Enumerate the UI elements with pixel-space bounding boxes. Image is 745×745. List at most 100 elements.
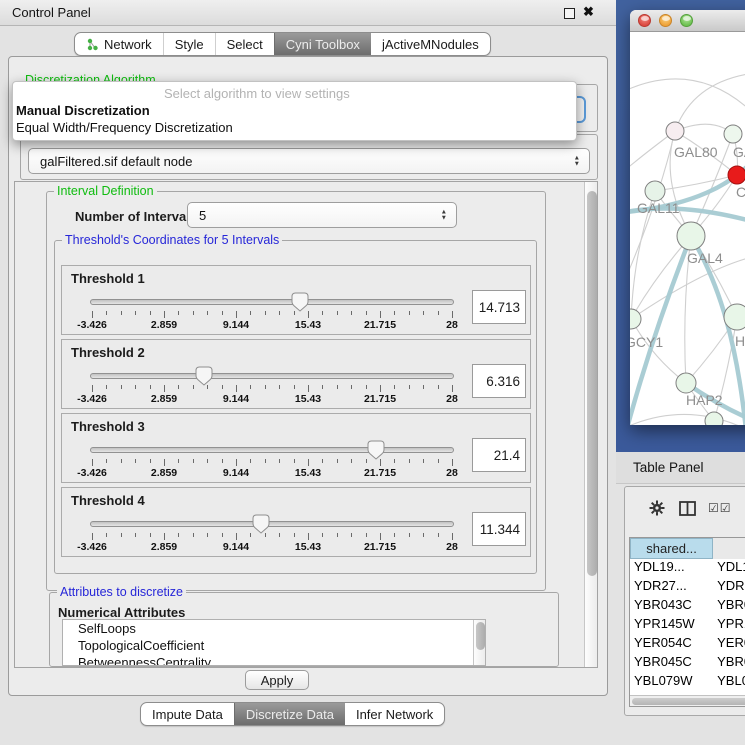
network-node[interactable] (677, 222, 705, 250)
tick-label: 9.144 (206, 393, 266, 405)
column-header-shared-[interactable]: shared... (630, 538, 713, 559)
slider-tick (438, 311, 439, 315)
popup-option-equal-width-frequency-discretization[interactable]: Equal Width/Frequency Discretization (13, 119, 576, 136)
threshold-value-field[interactable]: 11.344 (472, 512, 526, 546)
tick-label: 2.859 (134, 319, 194, 331)
table-row[interactable]: YBR043CYBR04 (630, 597, 745, 616)
list-item[interactable]: TopologicalCoefficient (63, 637, 485, 654)
slider-tick (452, 533, 453, 540)
network-node[interactable] (705, 412, 723, 425)
tab-select[interactable]: Select (215, 33, 274, 55)
table-row[interactable]: YBL079WYBL07 (630, 673, 745, 692)
network-node[interactable] (728, 166, 745, 184)
table-row[interactable]: YDL19...YDL19 (630, 559, 745, 578)
network-window-titlebar[interactable] (630, 10, 745, 32)
slider-tick (164, 311, 165, 318)
slider-tick (135, 385, 136, 389)
slider-tick (308, 311, 309, 318)
interval-definition-group: Interval Definition Number of Intervals … (46, 191, 546, 591)
tab-cyni-toolbox[interactable]: Cyni Toolbox (274, 33, 371, 55)
slider-track[interactable] (90, 521, 454, 527)
table-row[interactable]: YPR145WYPR14 (630, 616, 745, 635)
threshold-panel: Threshold 4-3.4262.8599.14415.4321.71528… (61, 487, 531, 557)
network-node[interactable] (666, 122, 684, 140)
checkbox-icons[interactable]: ☑☑ (708, 501, 732, 515)
slider-tick (193, 311, 194, 315)
network-edge-highlighted (630, 236, 691, 425)
threshold-value-field[interactable]: 6.316 (472, 364, 526, 398)
tick-label: 21.715 (350, 467, 410, 479)
tab-infer-network[interactable]: Infer Network (345, 703, 444, 725)
gear-icon[interactable] (649, 500, 665, 516)
threshold-panel: Threshold 1-3.4262.8599.14415.4321.71528… (61, 265, 531, 335)
slider-thumb[interactable] (367, 440, 385, 460)
close-icon[interactable]: ✖ (583, 4, 594, 20)
network-node[interactable] (724, 125, 742, 143)
table-row[interactable]: YBR045CYBR04 (630, 654, 745, 673)
threshold-value-field[interactable]: 21.4 (472, 438, 526, 472)
tab-impute-data[interactable]: Impute Data (141, 703, 234, 725)
table-data-combobox-value: galFiltered.sif default node (40, 154, 192, 169)
traffic-light-close-icon[interactable] (638, 14, 651, 27)
slider-track[interactable] (90, 299, 454, 305)
list-item[interactable]: BetweennessCentrality (63, 654, 485, 666)
slider-tick (178, 311, 179, 315)
slider-tick (351, 311, 352, 315)
slider-tick (92, 311, 93, 318)
slider-tick (92, 385, 93, 392)
slider-tick (164, 385, 165, 392)
popup-option-manual-discretization[interactable]: Manual Discretization (13, 102, 576, 119)
network-node[interactable] (724, 304, 745, 330)
node-label: HAP2 (686, 392, 723, 408)
slider-tick (135, 533, 136, 537)
h-scrollbar-thumb[interactable] (632, 698, 745, 705)
tab-style[interactable]: Style (163, 33, 215, 55)
table-row[interactable]: YDR27...YDR27 (630, 578, 745, 597)
list-scrollbar-thumb[interactable] (476, 622, 485, 650)
tab-label: Impute Data (152, 707, 223, 722)
slider-thumb[interactable] (252, 514, 270, 534)
list-scrollbar[interactable] (473, 620, 485, 665)
slider-thumb[interactable] (195, 366, 213, 386)
slider-tick (164, 459, 165, 466)
threshold-label: Threshold 4 (71, 493, 145, 508)
columns-icon[interactable] (679, 501, 696, 516)
pane-scrollbar-thumb[interactable] (587, 191, 597, 576)
tab-jactivemnodules[interactable]: jActiveMNodules (371, 33, 490, 55)
traffic-light-minimize-icon[interactable] (659, 14, 672, 27)
tab-discretize-data[interactable]: Discretize Data (234, 703, 345, 725)
threshold-value-field[interactable]: 14.713 (472, 290, 526, 324)
network-node[interactable] (676, 373, 696, 393)
tick-label: 15.43 (278, 393, 338, 405)
slider-tick (308, 459, 309, 466)
slider-tick (178, 459, 179, 463)
table-data-combobox[interactable]: galFiltered.sif default node ▲▼ (28, 148, 590, 174)
slider-tick (351, 459, 352, 463)
slider-tick (438, 459, 439, 463)
slider-track[interactable] (90, 447, 454, 453)
table-cell: YBL079W (630, 673, 713, 692)
table-horizontal-scrollbar[interactable] (630, 695, 745, 706)
slider-tick (452, 385, 453, 392)
number-of-intervals-combobox[interactable]: 5 ▲▼ (187, 202, 457, 228)
network-node[interactable] (645, 181, 665, 201)
popup-placeholder: Select algorithm to view settings (13, 85, 576, 102)
column-header-name[interactable]: name (713, 538, 745, 559)
tick-label: -3.426 (62, 393, 122, 405)
apply-button[interactable]: Apply (245, 670, 309, 690)
pane-scrollbar[interactable] (584, 182, 597, 667)
slider-thumb[interactable] (291, 292, 309, 312)
network-edge (631, 236, 691, 319)
tab-network[interactable]: Network (75, 33, 163, 55)
table-row[interactable]: YER054CYER05 (630, 635, 745, 654)
settings-scrollpane: Interval Definition Number of Intervals … (14, 181, 598, 668)
threshold-panel: Threshold 2-3.4262.8599.14415.4321.71528… (61, 339, 531, 409)
list-item[interactable]: SelfLoops (63, 620, 485, 637)
network-canvas[interactable]: GAL80GACGAL11GAL4GCY1HHAP2 (630, 32, 745, 425)
slider-track[interactable] (90, 373, 454, 379)
float-window-icon[interactable] (564, 8, 575, 19)
slider-tick (250, 311, 251, 315)
traffic-light-zoom-icon[interactable] (680, 14, 693, 27)
network-node[interactable] (630, 309, 641, 329)
attributes-list[interactable]: SelfLoopsTopologicalCoefficientBetweenne… (62, 619, 486, 666)
